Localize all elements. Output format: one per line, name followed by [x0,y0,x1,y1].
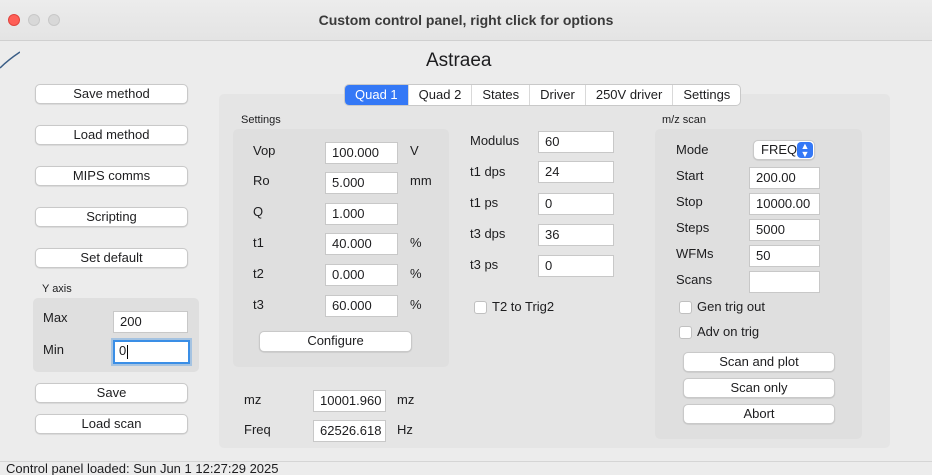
q-input[interactable]: 1.000 [325,203,398,225]
y-min-input[interactable]: 0 [113,340,190,364]
y-min-value: 0 [119,343,127,358]
set-default-button[interactable]: Set default [35,248,188,268]
t2-to-trig2-checkbox[interactable] [474,301,487,314]
panel-heading: Astraea [426,50,492,71]
chevron-updown-icon: ▲ ▼ [797,142,813,159]
t3-ps-input[interactable]: 0 [538,255,614,277]
freq-readout: 62526.618 [313,420,386,442]
app-window: Custom control panel, right click for op… [0,0,932,475]
mips-comms-button[interactable]: MIPS comms [35,166,188,186]
settings-group: Vop 100.000 V Ro 5.000 mm Q 1.000 t1 40.… [233,129,449,367]
t1-input[interactable]: 40.000 [325,233,398,255]
tab-settings[interactable]: Settings [673,85,740,105]
title-bar: Custom control panel, right click for op… [0,0,932,41]
text-caret [127,344,129,359]
mz-unit: mz [397,392,415,407]
t3-dps-label: t3 dps [470,226,506,241]
adv-on-trig-label: Adv on trig [697,324,760,339]
t3-input[interactable]: 60.000 [325,295,398,317]
status-text: Control panel loaded: Sun Jun 1 12:27:29… [6,461,279,475]
mode-select[interactable]: FREQ ▲ ▼ [753,140,815,160]
t3-ps-label: t3 ps [470,257,499,272]
scans-label: Scans [676,272,713,287]
settings-title: Settings [241,114,281,126]
start-label: Start [676,168,704,183]
wfms-label: WFMs [676,246,714,261]
save-button[interactable]: Save [35,383,188,403]
freq-unit: Hz [397,422,413,437]
gen-trig-out-checkbox[interactable] [679,301,692,314]
t1-unit: % [410,235,422,250]
window-title: Custom control panel, right click for op… [318,12,614,28]
t3-dps-input[interactable]: 36 [538,224,614,246]
background-curve [0,51,20,69]
abort-button[interactable]: Abort [683,404,835,424]
t2-unit: % [410,266,422,281]
t2-label: t2 [253,266,264,281]
y-max-label: Max [43,310,68,325]
tab-states[interactable]: States [472,85,531,105]
configure-button[interactable]: Configure [259,331,412,352]
mode-value: FREQ [761,142,798,157]
y-axis-label: Y axis [42,283,72,295]
scripting-button[interactable]: Scripting [35,207,188,227]
ro-input[interactable]: 5.000 [325,172,398,194]
steps-label: Steps [676,220,710,235]
y-axis-group: Max 200 Min 0 [33,298,199,372]
tab-250v-driver[interactable]: 250V driver [586,85,674,105]
t3-label: t3 [253,297,264,312]
wfms-input[interactable]: 50 [749,245,820,267]
q-label: Q [253,204,264,219]
t1-ps-input[interactable]: 0 [538,193,614,215]
stop-input[interactable]: 10000.00 [749,193,820,215]
t1-dps-input[interactable]: 24 [538,161,614,183]
save-method-button[interactable]: Save method [35,84,188,104]
scan-and-plot-button[interactable]: Scan and plot [683,352,835,372]
t3-unit: % [410,297,422,312]
mz-scan-group: Mode FREQ ▲ ▼ Start 200.00 Stop 10000.00 … [655,129,862,439]
t1-label: t1 [253,235,264,250]
t1-dps-label: t1 dps [470,164,506,179]
mode-label: Mode [676,142,709,157]
t1-ps-label: t1 ps [470,195,499,210]
tab-driver[interactable]: Driver [530,85,586,105]
ro-unit: mm [410,173,432,188]
y-min-label: Min [43,342,64,357]
vop-label: Vop [253,143,276,158]
ro-label: Ro [253,173,270,188]
t2-input[interactable]: 0.000 [325,264,398,286]
tab-quad-1[interactable]: Quad 1 [345,85,409,105]
mz-readout: 10001.960 [313,390,386,412]
start-input[interactable]: 200.00 [749,167,820,189]
load-scan-button[interactable]: Load scan [35,414,188,434]
tab-bar: Quad 1 Quad 2 States Driver 250V driver … [344,84,742,106]
scan-only-button[interactable]: Scan only [683,378,835,398]
scans-input[interactable] [749,271,820,293]
modulus-input[interactable]: 60 [538,131,614,153]
vop-input[interactable]: 100.000 [325,142,398,164]
stop-label: Stop [676,194,703,209]
modulus-label: Modulus [470,133,520,148]
t2-to-trig2-label: T2 to Trig2 [492,299,555,314]
steps-input[interactable]: 5000 [749,219,820,241]
adv-on-trig-checkbox[interactable] [679,326,692,339]
freq-label: Freq [244,422,271,437]
gen-trig-out-label: Gen trig out [697,299,765,314]
load-method-button[interactable]: Load method [35,125,188,145]
vop-unit: V [410,143,419,158]
mz-label: mz [244,392,262,407]
y-max-input[interactable]: 200 [113,311,188,333]
mz-scan-title: m/z scan [662,114,707,126]
status-bar: Control panel loaded: Sun Jun 1 12:27:29… [0,461,932,475]
tab-quad-2[interactable]: Quad 2 [409,85,473,105]
